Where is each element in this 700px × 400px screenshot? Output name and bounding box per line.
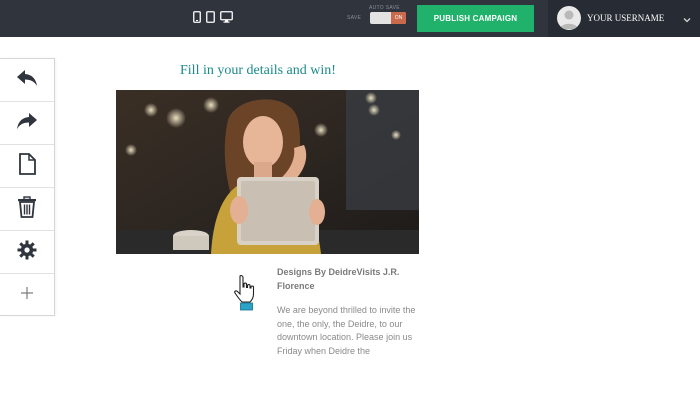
- card-title[interactable]: Designs By DeidreVisits J.R. Florence: [277, 265, 427, 293]
- editor-toolbar: [0, 58, 55, 316]
- device-preview-switcher: [193, 11, 233, 23]
- hand-pointer-icon: [233, 274, 255, 317]
- new-page-button[interactable]: [0, 145, 54, 188]
- mobile-icon[interactable]: [193, 11, 201, 23]
- undo-button[interactable]: [0, 59, 54, 102]
- page-icon: [18, 152, 36, 180]
- chevron-down-icon[interactable]: [682, 12, 692, 30]
- add-element-button[interactable]: [0, 274, 54, 317]
- tablet-icon[interactable]: [206, 11, 215, 23]
- redo-button[interactable]: [0, 102, 54, 145]
- user-menu[interactable]: YOUR USERNAME: [548, 0, 700, 37]
- gear-icon: [17, 240, 37, 265]
- woman-with-tablet-photo[interactable]: [116, 90, 419, 254]
- redo-icon: [16, 112, 38, 135]
- undo-icon: [16, 69, 38, 92]
- top-bar: SAVE AUTO SAVE ON PUBLISH CAMPAIGN YOUR …: [0, 0, 700, 37]
- plus-icon: [20, 286, 34, 305]
- desktop-icon[interactable]: [220, 11, 233, 23]
- publish-campaign-button[interactable]: PUBLISH CAMPAIGN: [417, 5, 534, 32]
- delete-button[interactable]: [0, 188, 54, 231]
- save-label[interactable]: SAVE: [347, 15, 361, 21]
- avatar: [557, 6, 581, 30]
- page-headline[interactable]: Fill in your details and win!: [180, 63, 336, 79]
- autosave-label: AUTO SAVE: [369, 5, 400, 11]
- settings-button[interactable]: [0, 231, 54, 274]
- username: YOUR USERNAME: [587, 13, 665, 23]
- autosave-state: ON: [391, 12, 406, 24]
- card-body[interactable]: We are beyond thrilled to invite the one…: [277, 304, 427, 358]
- trash-icon: [17, 195, 37, 223]
- autosave-toggle[interactable]: ON: [370, 12, 406, 24]
